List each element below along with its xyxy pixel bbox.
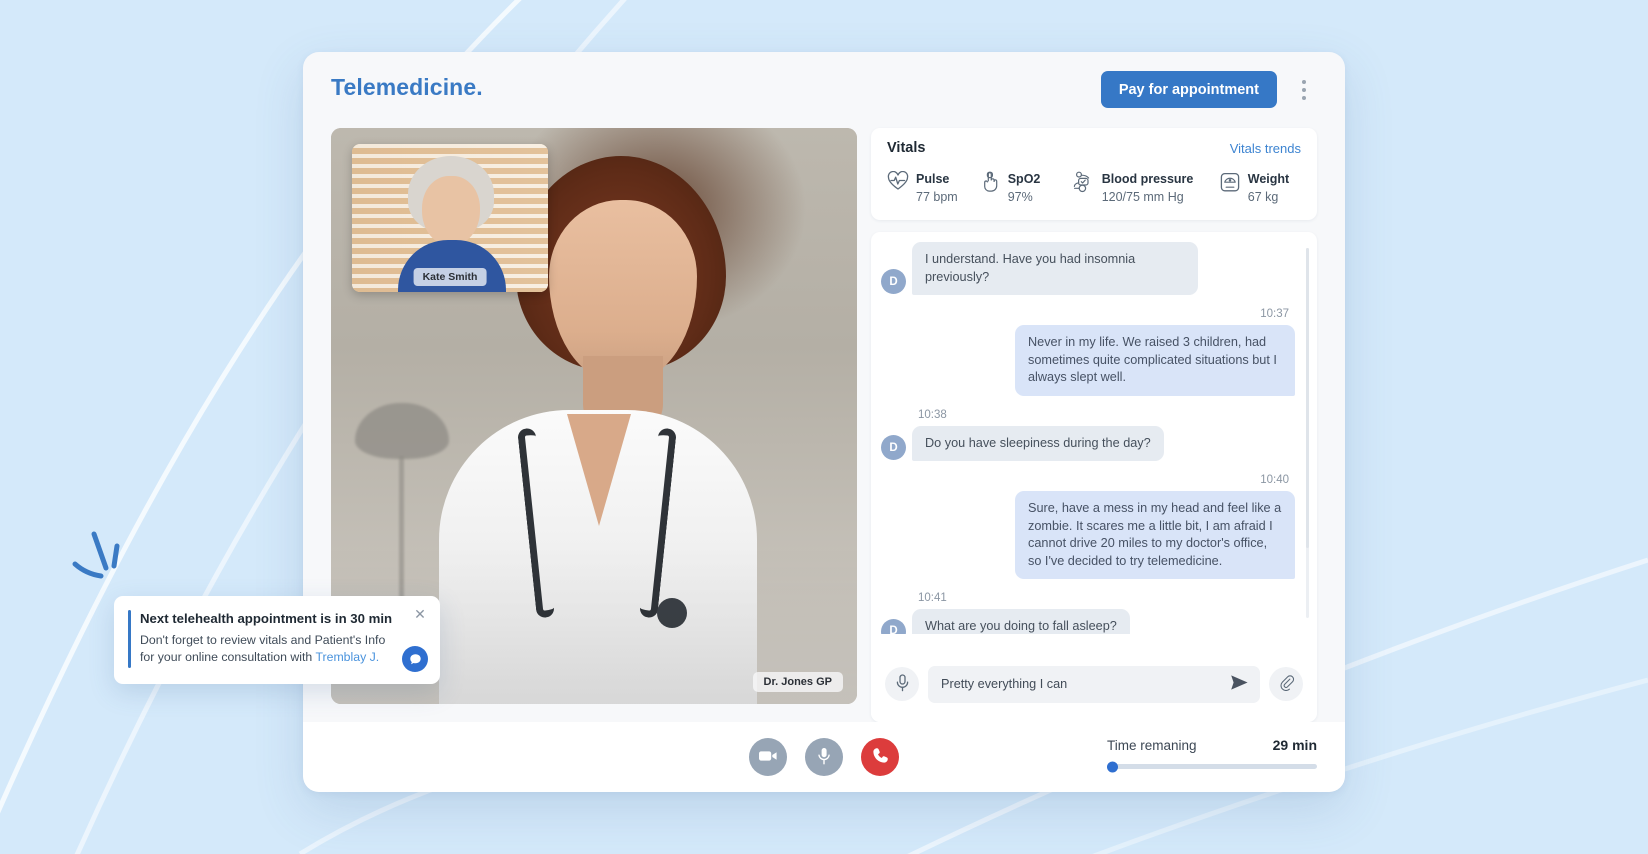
- vitals-trends-link[interactable]: Vitals trends: [1230, 141, 1301, 156]
- patient-face: [422, 176, 480, 246]
- vital-pulse[interactable]: Pulse 77 bpm: [887, 170, 981, 206]
- vitals-header: Vitals Vitals trends: [887, 140, 1301, 156]
- send-icon: [1230, 674, 1249, 694]
- vitals-card: Vitals Vitals trends Pulse 77 bpm: [871, 128, 1317, 220]
- send-message-button[interactable]: [1227, 672, 1251, 696]
- vital-text: SpO2 97%: [1008, 170, 1041, 206]
- message-bubble: Sure, have a mess in my head and feel li…: [1015, 491, 1295, 579]
- chat-message-incoming: D I understand. Have you had insomnia pr…: [881, 242, 1295, 295]
- end-call-button[interactable]: [861, 738, 899, 776]
- chat-scrollbar-thumb[interactable]: [1306, 248, 1309, 548]
- app-header: Telemedicine. Pay for appointment: [303, 52, 1345, 128]
- message-composer: [871, 646, 1317, 722]
- vital-label: SpO2: [1008, 172, 1041, 186]
- time-remaining-value: 29 min: [1273, 737, 1317, 753]
- phone-hangup-icon: [872, 747, 889, 767]
- avatar: D: [881, 619, 906, 635]
- vital-text: Weight 67 kg: [1248, 170, 1289, 206]
- microphone-icon: [895, 674, 910, 695]
- main-participant-label: Dr. Jones GP: [753, 672, 843, 692]
- voice-record-button[interactable]: [885, 667, 919, 701]
- call-bottom-bar: Time remaning 29 min: [303, 722, 1345, 792]
- vitals-title: Vitals: [887, 140, 925, 156]
- message-bubble: What are you doing to fall asleep?: [912, 609, 1130, 634]
- message-timestamp: 10:40: [881, 474, 1289, 486]
- vital-blood-pressure[interactable]: Blood pressure 120/75 mm Hg: [1071, 170, 1219, 206]
- toggle-mic-button[interactable]: [805, 738, 843, 776]
- vital-value: 97%: [1008, 190, 1033, 204]
- vitals-list: Pulse 77 bpm SpO2: [887, 170, 1305, 206]
- message-bubble: Do you have sleepiness during the day?: [912, 426, 1164, 462]
- notification-toast[interactable]: Next telehealth appointment is in 30 min…: [114, 596, 440, 684]
- pip-participant-label: Kate Smith: [414, 268, 487, 286]
- vital-weight[interactable]: Weight 67 kg: [1219, 170, 1305, 206]
- page-title: Telemedicine.: [331, 74, 483, 101]
- vital-value: 67 kg: [1248, 190, 1279, 204]
- chat-bubble-icon[interactable]: [402, 646, 428, 672]
- toast-link[interactable]: Tremblay J.: [315, 650, 379, 664]
- chat-message-incoming: D What are you doing to fall asleep?: [881, 609, 1295, 634]
- sparkle-decoration: [72, 524, 128, 582]
- weight-scale-icon: [1219, 171, 1241, 198]
- toast-title: Next telehealth appointment is in 30 min: [140, 610, 406, 627]
- vital-text: Pulse 77 bpm: [916, 170, 958, 206]
- message-timestamp: 10:37: [881, 308, 1289, 320]
- vital-label: Weight: [1248, 172, 1289, 186]
- avatar: D: [881, 269, 906, 294]
- vital-value: 77 bpm: [916, 190, 958, 204]
- chat-message-outgoing: Never in my life. We raised 3 children, …: [881, 325, 1295, 396]
- video-camera-icon: [758, 749, 778, 766]
- chat-message-incoming: D Do you have sleepiness during the day?: [881, 426, 1295, 462]
- toast-body: Don't forget to review vitals and Patien…: [140, 632, 390, 666]
- picture-in-picture-video[interactable]: Kate Smith: [352, 144, 548, 292]
- time-remaining-header: Time remaning 29 min: [1107, 737, 1317, 753]
- time-remaining-slider-handle[interactable]: [1107, 761, 1118, 772]
- message-bubble: I understand. Have you had insomnia prev…: [912, 242, 1198, 295]
- time-remaining-widget: Time remaning 29 min: [1107, 737, 1317, 769]
- call-controls: [749, 738, 899, 776]
- more-vertical-icon[interactable]: [1291, 74, 1317, 106]
- heart-pulse-icon: [887, 171, 909, 196]
- time-remaining-slider[interactable]: [1107, 764, 1317, 769]
- message-input-wrapper[interactable]: [928, 666, 1260, 703]
- vital-label: Blood pressure: [1102, 172, 1194, 186]
- avatar: D: [881, 435, 906, 460]
- pay-for-appointment-button[interactable]: Pay for appointment: [1101, 71, 1277, 108]
- time-remaining-label: Time remaning: [1107, 738, 1197, 753]
- message-input[interactable]: [928, 666, 1260, 703]
- message-timestamp: 10:41: [918, 592, 1295, 604]
- toast-accent-bar: [128, 610, 131, 668]
- paperclip-icon: [1278, 674, 1295, 694]
- vital-label: Pulse: [916, 172, 949, 186]
- telemedicine-app-card: Telemedicine. Pay for appointment: [303, 52, 1345, 792]
- vital-value: 120/75 mm Hg: [1102, 190, 1184, 204]
- vital-text: Blood pressure 120/75 mm Hg: [1102, 170, 1194, 206]
- blood-pressure-cuff-icon: [1071, 171, 1095, 198]
- attach-file-button[interactable]: [1269, 667, 1303, 701]
- microphone-icon: [817, 747, 831, 768]
- pulse-oximeter-finger-icon: [981, 171, 1001, 198]
- close-icon[interactable]: ✕: [410, 604, 430, 624]
- vital-spo2[interactable]: SpO2 97%: [981, 170, 1071, 206]
- chat-panel: D I understand. Have you had insomnia pr…: [871, 232, 1317, 722]
- toggle-video-button[interactable]: [749, 738, 787, 776]
- message-bubble: Never in my life. We raised 3 children, …: [1015, 325, 1295, 396]
- page-root: Telemedicine. Pay for appointment: [0, 0, 1648, 854]
- message-timestamp: 10:38: [918, 409, 1295, 421]
- chat-message-list[interactable]: D I understand. Have you had insomnia pr…: [871, 242, 1317, 634]
- chat-message-outgoing: Sure, have a mess in my head and feel li…: [881, 491, 1295, 579]
